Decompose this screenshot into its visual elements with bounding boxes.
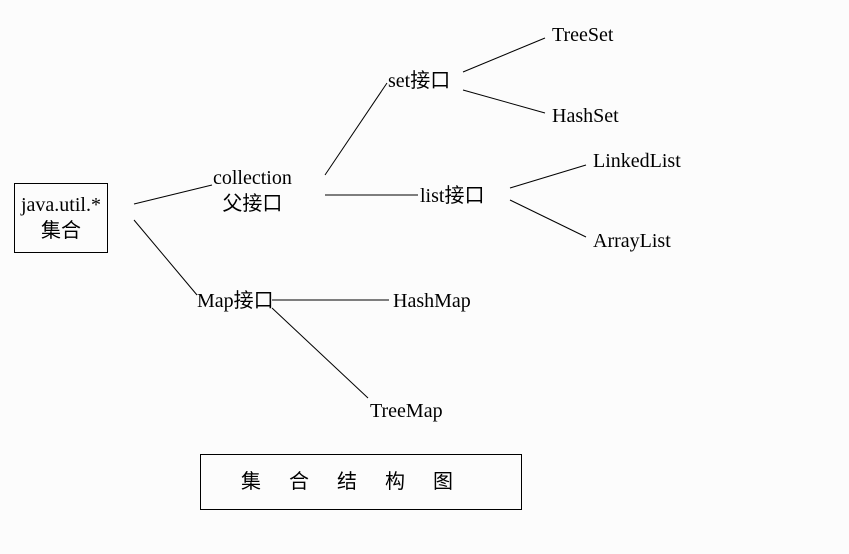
title-text: 集合结构图 bbox=[241, 471, 481, 493]
hashset-node: HashSet bbox=[552, 103, 619, 129]
treeset-node: TreeSet bbox=[552, 22, 613, 48]
map-node: Map接口 bbox=[197, 288, 274, 314]
arraylist-node: ArrayList bbox=[593, 228, 671, 254]
collection-line1: collection bbox=[213, 165, 292, 191]
collection-node: collection 父接口 bbox=[213, 165, 292, 217]
list-node: list接口 bbox=[420, 183, 484, 209]
title-box: 集合结构图 bbox=[200, 454, 522, 510]
hashmap-node: HashMap bbox=[393, 288, 471, 314]
root-node: java.util.* 集合 bbox=[14, 183, 108, 253]
root-line2: 集合 bbox=[21, 218, 101, 244]
set-node: set接口 bbox=[388, 68, 450, 94]
treemap-node: TreeMap bbox=[370, 398, 443, 424]
root-line1: java.util.* bbox=[21, 192, 101, 218]
linkedlist-node: LinkedList bbox=[593, 148, 681, 174]
collection-line2: 父接口 bbox=[213, 191, 292, 217]
